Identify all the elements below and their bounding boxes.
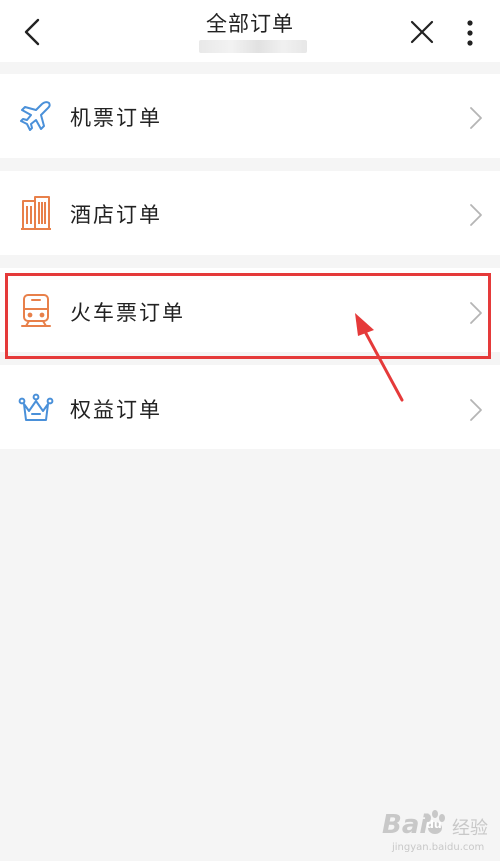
crown-icon xyxy=(17,389,55,427)
watermark: Bai du 经验 jingyan.baidu.com xyxy=(372,808,496,858)
watermark-name: 经验 xyxy=(452,818,488,839)
chevron-right-icon xyxy=(470,204,482,226)
menu-item-flight-orders[interactable]: 机票订单 xyxy=(0,74,500,158)
train-icon xyxy=(17,292,55,330)
hotel-building-icon xyxy=(17,194,55,232)
airplane-icon xyxy=(17,97,55,135)
close-icon xyxy=(410,20,434,44)
menu-item-label: 火车票订单 xyxy=(70,301,185,325)
menu-item-train-orders[interactable]: 火车票订单 xyxy=(0,268,500,352)
chevron-right-icon xyxy=(470,399,482,421)
more-options-button[interactable] xyxy=(456,14,484,52)
watermark-paw-text: du xyxy=(426,818,442,831)
chevron-right-icon xyxy=(470,107,482,129)
menu-item-benefit-orders[interactable]: 权益订单 xyxy=(0,365,500,449)
menu-item-label: 权益订单 xyxy=(70,398,162,422)
watermark-url: jingyan.baidu.com xyxy=(392,842,485,853)
chevron-right-icon xyxy=(470,302,482,324)
menu-item-hotel-orders[interactable]: 酒店订单 xyxy=(0,171,500,255)
more-vertical-icon xyxy=(467,20,473,46)
menu-item-label: 机票订单 xyxy=(70,106,162,130)
close-button[interactable] xyxy=(404,14,440,50)
menu-item-label: 酒店订单 xyxy=(70,203,162,227)
nav-header: 全部订单 xyxy=(0,0,500,62)
blurred-subtitle xyxy=(199,40,307,53)
